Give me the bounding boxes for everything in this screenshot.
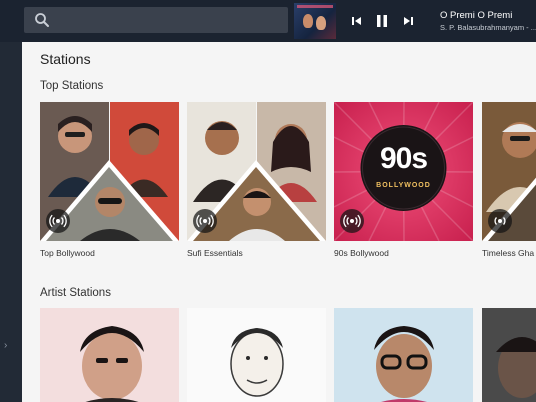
top-bar: O Premi O Premi S. P. Balasubrahmanyam -… <box>0 0 536 42</box>
station-tile-timeless-ghazals[interactable] <box>482 102 536 241</box>
section-title-top-stations: Top Stations <box>40 80 104 92</box>
section-title-artist-stations: Artist Stations <box>40 287 111 299</box>
play-station-button[interactable] <box>193 209 217 233</box>
artist-portrait <box>187 308 326 402</box>
now-playing-album-art[interactable] <box>294 3 336 39</box>
search-icon <box>35 13 49 27</box>
radio-icon <box>494 217 506 225</box>
artist-station-tile[interactable] <box>40 308 179 402</box>
artist-portrait <box>40 308 179 402</box>
artist-station-tile[interactable] <box>482 308 536 402</box>
play-station-button[interactable] <box>46 209 70 233</box>
radio-icon <box>49 214 67 228</box>
station-art-subtitle: BOLLYWOOD <box>376 182 431 189</box>
radio-icon <box>196 214 214 228</box>
previous-icon[interactable] <box>346 11 366 31</box>
artist-portrait <box>482 308 536 402</box>
station-label[interactable]: Timeless Gha <box>482 248 534 258</box>
radio-icon <box>343 214 361 228</box>
now-playing-artist[interactable]: S. P. Balasubrahmanyam - ... <box>440 23 536 32</box>
pause-icon[interactable] <box>372 11 392 31</box>
sidebar-expand-icon[interactable]: › <box>4 340 7 351</box>
station-tile-top-bollywood[interactable] <box>40 102 179 241</box>
main-content: Stations Top Stations Top Bollywood Sufi… <box>22 42 536 402</box>
station-label[interactable]: Top Bollywood <box>40 248 95 258</box>
play-station-button[interactable] <box>340 209 364 233</box>
station-tile-90s-bollywood[interactable]: 90s BOLLYWOOD <box>334 102 473 241</box>
station-art-title: 90s <box>379 142 428 175</box>
page-title: Stations <box>40 51 91 67</box>
artist-station-tile[interactable] <box>187 308 326 402</box>
station-label[interactable]: Sufi Essentials <box>187 248 243 258</box>
artist-portrait <box>334 308 473 402</box>
next-icon[interactable] <box>399 11 419 31</box>
search-input[interactable] <box>24 7 288 33</box>
sidebar: › <box>0 42 22 402</box>
station-label[interactable]: 90s Bollywood <box>334 248 389 258</box>
play-station-button[interactable] <box>488 209 512 233</box>
artist-station-tile[interactable] <box>334 308 473 402</box>
station-tile-sufi-essentials[interactable] <box>187 102 326 241</box>
now-playing-title[interactable]: O Premi O Premi <box>440 10 512 21</box>
